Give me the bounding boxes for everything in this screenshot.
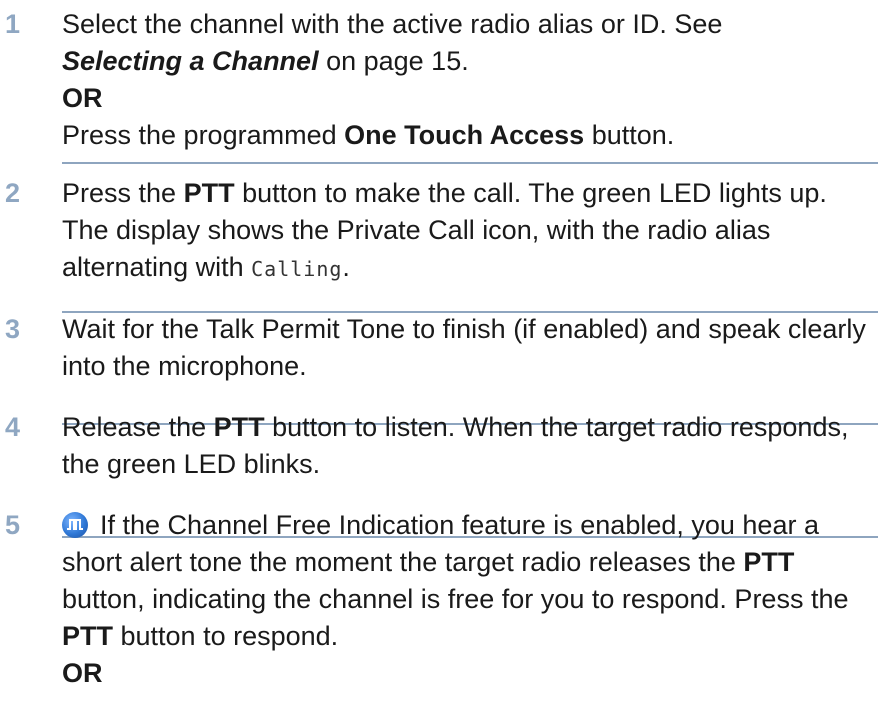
button-name: PTT [183, 178, 235, 208]
step-number: 1 [5, 9, 21, 39]
button-name: PTT [62, 621, 113, 651]
step-1: 1 Select the channel with the active rad… [0, 6, 878, 154]
step-text: If the Channel Free Indication feature i… [62, 510, 819, 577]
button-name: PTT [213, 412, 265, 442]
step-number: 2 [5, 178, 21, 208]
step-text: Release the [62, 412, 214, 442]
step-text: Press the programmed [62, 120, 345, 150]
step-text: on page 15. [318, 46, 469, 76]
step-number: 3 [5, 314, 21, 344]
step-4-text: Release the PTT button to listen. When t… [62, 409, 874, 483]
step-5: 5 If the Channel Free Indication feature… [0, 507, 878, 692]
step-divider [62, 162, 878, 164]
step-number: 5 [5, 510, 21, 540]
step-2-text: Press the PTT button to make the call. T… [62, 175, 874, 288]
step-number: 4 [5, 412, 21, 442]
step-text: Press the [62, 178, 184, 208]
channel-free-indication-icon [62, 512, 88, 538]
step-4: 4 Release the PTT button to listen. When… [0, 409, 878, 483]
step-text: Select the channel with the active radio… [62, 9, 723, 39]
step-2: 2 Press the PTT button to make the call.… [0, 175, 878, 288]
step-1-alternative: Press the programmed One Touch Access bu… [62, 117, 874, 154]
or-label: OR [62, 83, 103, 113]
cross-reference-link[interactable]: Selecting a Channel [62, 46, 319, 76]
button-name: PTT [743, 547, 795, 577]
display-text: Calling [251, 257, 343, 281]
step-text: button. [584, 120, 675, 150]
step-3-text: Wait for the Talk Permit Tone to finish … [62, 314, 866, 381]
step-text: . [342, 252, 350, 282]
step-5-text: If the Channel Free Indication feature i… [62, 507, 874, 655]
step-1-reference: Selecting a Channel on page 15. [62, 43, 874, 80]
or-label: OR [62, 658, 103, 688]
step-text: button to respond. [113, 621, 339, 651]
step-1-line: Select the channel with the active radio… [62, 6, 874, 43]
step-text: button, indicating the channel is free f… [62, 584, 849, 614]
button-name: One Touch Access [344, 120, 585, 150]
step-3: 3 Wait for the Talk Permit Tone to finis… [0, 311, 878, 385]
procedure-steps: 1 Select the channel with the active rad… [0, 6, 878, 692]
